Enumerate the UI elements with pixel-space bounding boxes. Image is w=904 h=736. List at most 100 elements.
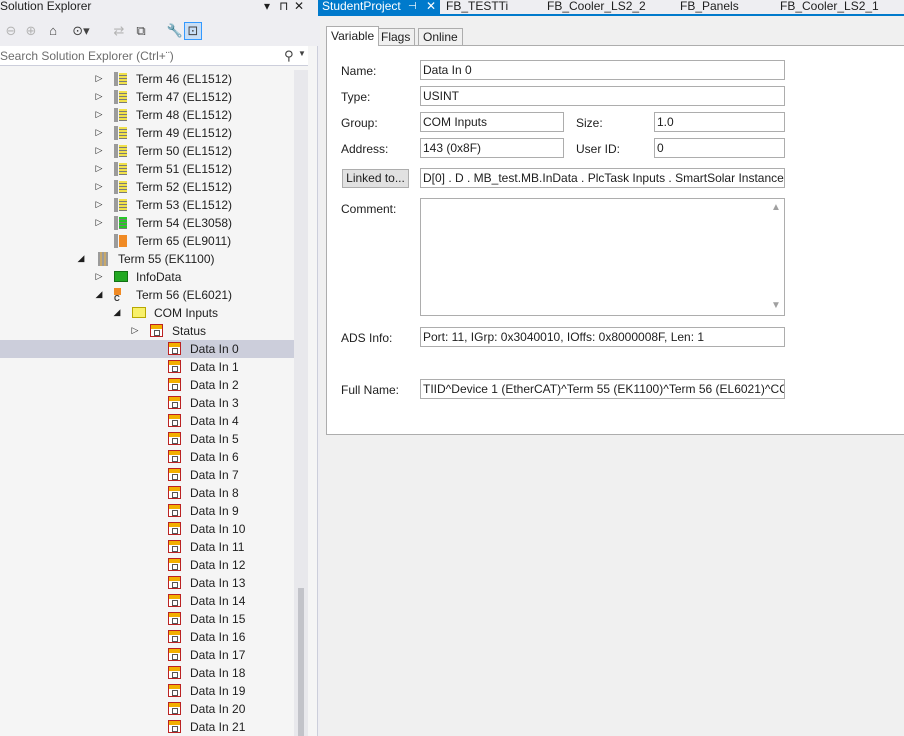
tab-pin-icon[interactable]: ⊣ <box>408 0 417 13</box>
pin-icon[interactable]: ⊓ <box>279 0 288 13</box>
tree-item[interactable]: Data In 17 <box>0 646 294 664</box>
tree-item[interactable]: Data In 2 <box>0 376 294 394</box>
tree-item[interactable]: Data In 16 <box>0 628 294 646</box>
expand-arrow-icon[interactable]: ▷ <box>94 109 104 120</box>
tab-close-icon[interactable]: ✕ <box>426 0 436 13</box>
collapse-all-icon[interactable]: ⧉ <box>132 22 150 40</box>
search-icon[interactable]: ⚲ <box>284 48 294 64</box>
tree-item[interactable]: Data In 21 <box>0 718 294 736</box>
tree-item[interactable]: Data In 14 <box>0 592 294 610</box>
tree-item[interactable]: Data In 8 <box>0 484 294 502</box>
back-icon[interactable]: ⊖ <box>2 22 20 40</box>
tree-item[interactable]: ▷ Term 54 (EL3058) <box>0 214 294 232</box>
tree-item[interactable]: ▷ Term 53 (EL1512) <box>0 196 294 214</box>
subtab-flags[interactable]: Flags <box>376 28 416 46</box>
variable-icon <box>168 414 181 427</box>
expand-arrow-icon[interactable]: ▷ <box>94 127 104 138</box>
home-icon[interactable]: ⌂ <box>44 22 62 40</box>
ads-info-label: ADS Info: <box>341 331 393 345</box>
expand-arrow-icon[interactable]: ▷ <box>94 145 104 156</box>
tree-item[interactable]: ▷ Term 47 (EL1512) <box>0 88 294 106</box>
tree-item[interactable]: Data In 7 <box>0 466 294 484</box>
expand-arrow-icon[interactable]: ▷ <box>94 163 104 174</box>
user-id-field[interactable]: 0 <box>654 138 785 158</box>
ads-info-field[interactable]: Port: 11, IGrp: 0x3040010, IOffs: 0x8000… <box>420 327 785 347</box>
size-field[interactable]: 1.0 <box>654 112 785 132</box>
search-input[interactable] <box>0 46 270 66</box>
tree-item[interactable]: Data In 20 <box>0 700 294 718</box>
expand-arrow-icon[interactable]: ▷ <box>94 217 104 228</box>
group-field[interactable]: COM Inputs <box>420 112 564 132</box>
tree-item[interactable]: Data In 15 <box>0 610 294 628</box>
tree-item[interactable]: ▷ Term 52 (EL1512) <box>0 178 294 196</box>
linked-to-field[interactable]: D[0] . D . MB_test.MB.InData . PlcTask I… <box>420 168 785 188</box>
preview-icon[interactable]: ⊡ <box>184 22 202 40</box>
pending-changes-icon[interactable]: ⊙▾ <box>72 22 90 40</box>
tree-item[interactable]: ▷ Term 50 (EL1512) <box>0 142 294 160</box>
collapse-arrow-icon[interactable]: ◢ <box>76 253 86 264</box>
tree-item[interactable]: Data In 9 <box>0 502 294 520</box>
scroll-down-icon[interactable]: ▼ <box>771 300 781 311</box>
comment-textarea[interactable]: ▲ ▼ <box>420 198 785 316</box>
collapse-arrow-icon[interactable]: ◢ <box>94 289 104 300</box>
tree-item[interactable]: Data In 1 <box>0 358 294 376</box>
tree-item-label: Data In 16 <box>190 630 246 644</box>
properties-icon[interactable]: 🔧 <box>166 22 184 40</box>
expand-arrow-icon[interactable]: ▷ <box>130 325 140 336</box>
expand-arrow-icon[interactable]: ▷ <box>94 91 104 102</box>
type-field[interactable]: USINT <box>420 86 785 106</box>
tree-item[interactable]: ▷ InfoData <box>0 268 294 286</box>
tree-item-label: Term 55 (EK1100) <box>118 252 215 266</box>
tree-item[interactable]: Data In 3 <box>0 394 294 412</box>
full-name-label: Full Name: <box>341 383 400 397</box>
variable-icon <box>168 450 181 463</box>
tree-item[interactable]: ◢ Term 55 (EK1100) <box>0 250 294 268</box>
search-options-dropdown-icon[interactable]: ▼ <box>298 49 306 58</box>
collapse-arrow-icon[interactable]: ◢ <box>112 307 122 318</box>
tree-item[interactable]: Data In 13 <box>0 574 294 592</box>
subtab-online[interactable]: Online <box>418 28 463 46</box>
tree-item[interactable]: Term 65 (EL9011) <box>0 232 294 250</box>
full-name-field[interactable]: TIID^Device 1 (EtherCAT)^Term 55 (EK1100… <box>420 379 785 399</box>
doc-tab[interactable]: FB_Cooler_LS2_2 <box>547 0 646 14</box>
tree-item[interactable]: ▷ Term 48 (EL1512) <box>0 106 294 124</box>
tree-scrollbar-thumb[interactable] <box>298 588 304 736</box>
tree-item[interactable]: ▷ Term 49 (EL1512) <box>0 124 294 142</box>
linked-to-button[interactable]: Linked to... <box>342 169 409 188</box>
tree-item-label: Data In 6 <box>190 450 239 464</box>
tree-item[interactable]: ◢ Term 56 (EL6021) <box>0 286 294 304</box>
scroll-up-icon[interactable]: ▲ <box>771 202 781 213</box>
doc-tab[interactable]: StudentProject ⊣ ✕ <box>318 0 440 14</box>
tree-item-label: Term 49 (EL1512) <box>136 126 233 140</box>
window-menu-dropdown-icon[interactable]: ▾ <box>264 0 270 13</box>
forward-icon[interactable]: ⊕ <box>22 22 40 40</box>
tree-item[interactable]: ▷ Term 46 (EL1512) <box>0 70 294 88</box>
tree-item[interactable]: Data In 11 <box>0 538 294 556</box>
doc-tab[interactable]: FB_TESTTi <box>446 0 508 14</box>
name-field[interactable]: Data In 0 <box>420 60 785 80</box>
tree-item[interactable]: Data In 6 <box>0 448 294 466</box>
doc-tab[interactable]: FB_Cooler_LS2_1 <box>780 0 879 14</box>
tree-item[interactable]: Data In 18 <box>0 664 294 682</box>
tree-item[interactable]: ◢ COM Inputs <box>0 304 294 322</box>
tree-item-label: Term 46 (EL1512) <box>136 72 233 86</box>
expand-arrow-icon[interactable]: ▷ <box>94 271 104 282</box>
expand-arrow-icon[interactable]: ▷ <box>94 199 104 210</box>
tree-item[interactable]: Data In 10 <box>0 520 294 538</box>
tree-item[interactable]: ▷ Term 51 (EL1512) <box>0 160 294 178</box>
doc-tab[interactable]: FB_Panels <box>680 0 739 14</box>
address-field[interactable]: 143 (0x8F) <box>420 138 564 158</box>
tree-item[interactable]: Data In 19 <box>0 682 294 700</box>
tree-scrollbar[interactable] <box>294 70 308 736</box>
tree-item[interactable]: ▷ Status <box>0 322 294 340</box>
expand-arrow-icon[interactable]: ▷ <box>94 73 104 84</box>
close-icon[interactable]: ✕ <box>294 0 304 13</box>
tree-item[interactable]: Data In 4 <box>0 412 294 430</box>
expand-arrow-icon[interactable]: ▷ <box>94 181 104 192</box>
tree-item[interactable]: Data In 5 <box>0 430 294 448</box>
tree-item[interactable]: Data In 0 <box>0 340 294 358</box>
comment-scrollbar[interactable]: ▲ ▼ <box>768 199 784 315</box>
sync-icon[interactable]: ⇄ <box>110 22 128 40</box>
subtab-variable[interactable]: Variable <box>326 26 380 46</box>
tree-item[interactable]: Data In 12 <box>0 556 294 574</box>
